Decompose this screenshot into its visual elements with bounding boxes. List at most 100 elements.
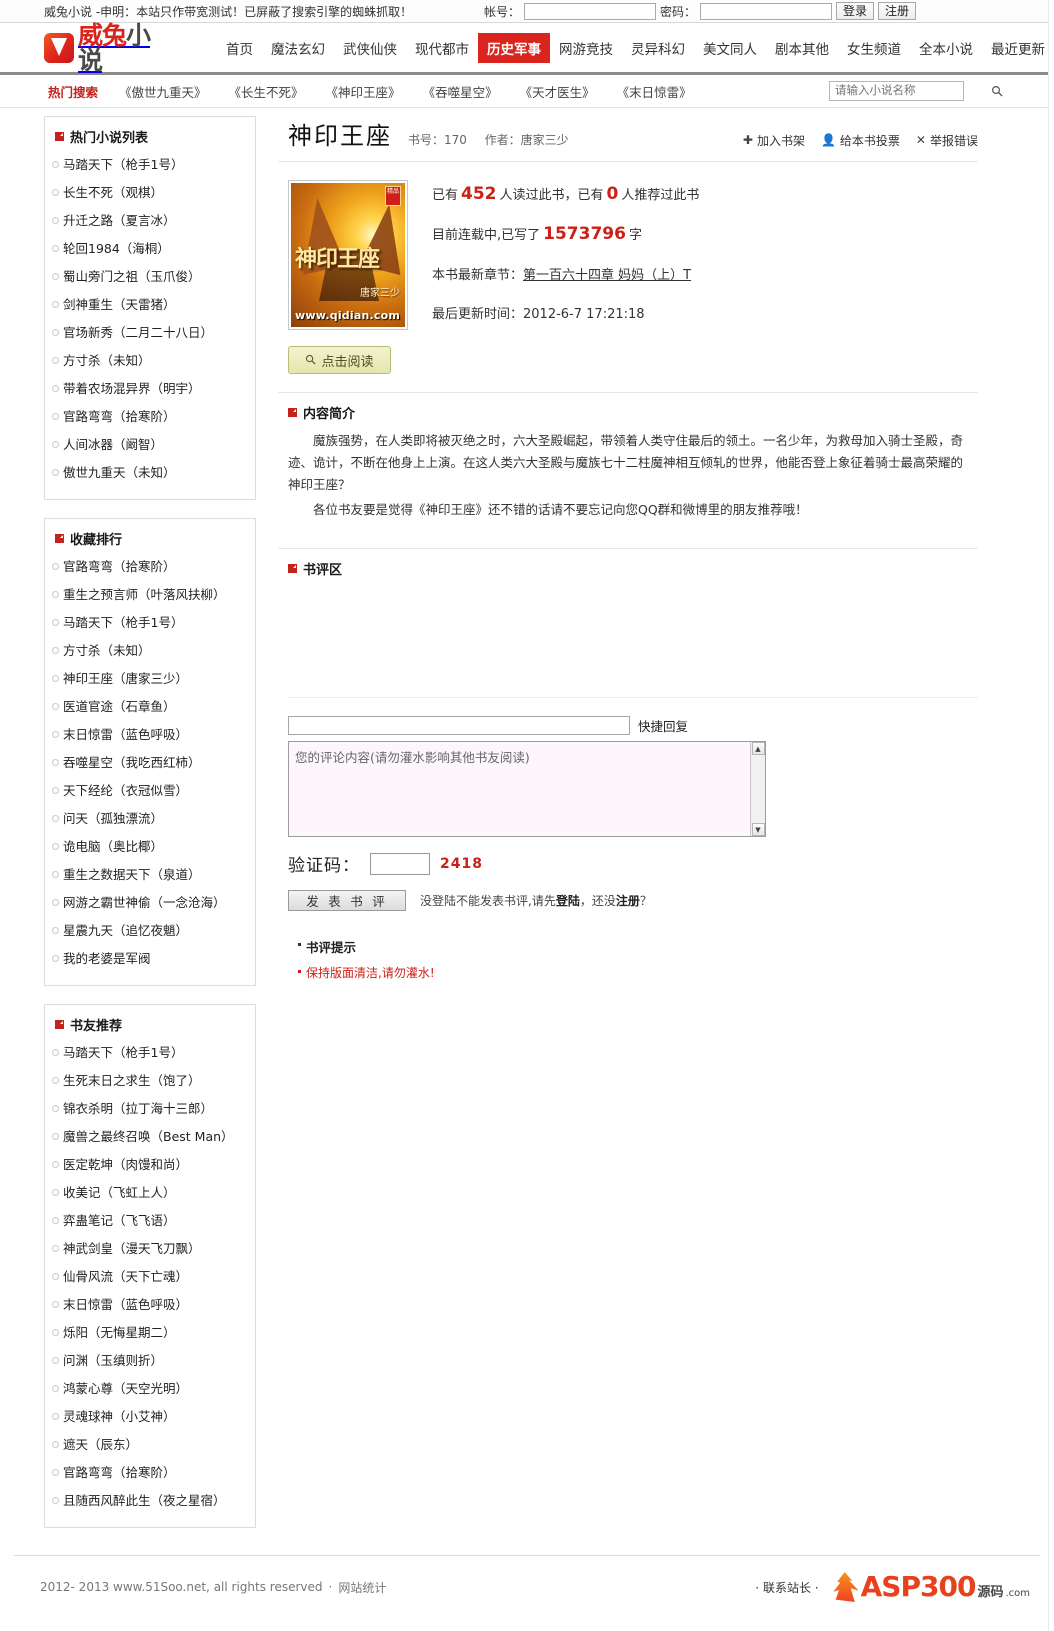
captcha-input[interactable] (370, 852, 430, 875)
rec-list-link-1[interactable]: 生死末日之求生（饱了） (63, 1073, 201, 1088)
quick-reply-input[interactable] (288, 716, 630, 735)
fav-list-link-11[interactable]: 重生之数据天下（泉道） (63, 867, 201, 882)
comment-textarea[interactable]: 您的评论内容(请勿灌水影响其他书友阅读) ▲ ▼ (288, 741, 766, 837)
hot-list-link-2[interactable]: 升迁之路（夏言冰） (63, 213, 176, 228)
list-item: 升迁之路（夏言冰） (45, 207, 255, 235)
nav-item-11[interactable]: 最近更新 (982, 33, 1054, 63)
fav-list-link-12[interactable]: 网游之霸世神偷（一念沧海） (63, 895, 226, 910)
list-item: 重生之数据天下（泉道） (45, 861, 255, 889)
login-button[interactable]: 登录 (836, 2, 874, 20)
hot-list-link-5[interactable]: 剑神重生（天雷猪） (63, 297, 176, 312)
book-cover[interactable]: 精品 神印王座 唐家三少 www.qidian.com (288, 180, 408, 330)
hot-list-link-10[interactable]: 人间冰器（阚智） (63, 437, 163, 452)
hot-list-link-1[interactable]: 长生不死（观棋） (63, 185, 163, 200)
fav-list-link-5[interactable]: 医道官途（石章鱼） (63, 699, 176, 714)
nav-item-7[interactable]: 美文同人 (694, 33, 766, 63)
read-now-button[interactable]: 点击阅读 (288, 346, 391, 374)
hot-search-link-3[interactable]: 《吞噬星空》 (423, 82, 498, 101)
hot-list-link-6[interactable]: 官场新秀（二月二十八日） (63, 325, 213, 340)
register-button[interactable]: 注册 (878, 2, 916, 20)
fav-list-link-2[interactable]: 马踏天下（枪手1号） (63, 615, 183, 630)
hot-list-link-7[interactable]: 方寸杀（未知） (63, 353, 151, 368)
nav-item-0[interactable]: 首页 (217, 33, 262, 63)
hot-list-link-4[interactable]: 蜀山旁门之祖（玉爪俊） (63, 269, 201, 284)
site-logo[interactable]: 威兔小说 (44, 23, 174, 73)
comment-scrollbar[interactable]: ▲ ▼ (750, 742, 765, 836)
nav-item-4-active[interactable]: 历史军事 (478, 32, 550, 63)
footer-stats-link[interactable]: 网站统计 (338, 1579, 386, 1596)
rec-list-link-2[interactable]: 锦衣杀明（拉丁海十三郎） (63, 1101, 213, 1116)
fav-list-link-14[interactable]: 我的老婆是军阀 (63, 951, 151, 966)
sidebar-panel-friend-recommend: 书友推荐 马踏天下（枪手1号） 生死末日之求生（饱了） 锦衣杀明（拉丁海十三郎）… (44, 1004, 256, 1528)
hot-search-link-2[interactable]: 《神印王座》 (326, 82, 401, 101)
fav-list-link-9[interactable]: 问天（孤独漂流） (63, 811, 163, 826)
bullet-circle-icon (52, 1469, 59, 1476)
nav-item-2[interactable]: 武侠仙侠 (334, 33, 406, 63)
hot-list-link-3[interactable]: 轮回1984（海桐） (63, 241, 170, 256)
submit-review-button[interactable]: 发 表 书 评 (288, 890, 406, 911)
fav-list-link-0[interactable]: 官路弯弯（拾寒阶） (63, 559, 176, 574)
nav-item-6[interactable]: 灵异科幻 (622, 33, 694, 63)
login-box: 帐号： 密码： 登录 注册 (484, 2, 1034, 20)
search-icon[interactable] (991, 82, 1003, 100)
rec-list-link-7[interactable]: 神武剑皇（漫天飞刀飘） (63, 1241, 201, 1256)
bullet-circle-icon (52, 759, 59, 766)
list-item: 烁阳（无悔星期二） (45, 1319, 255, 1347)
rec-list-link-11[interactable]: 问渊（玉缜则折） (63, 1353, 163, 1368)
scroll-down-arrow-icon[interactable]: ▼ (751, 823, 765, 836)
nav-item-3[interactable]: 现代都市 (406, 33, 478, 63)
register-link[interactable]: 注册 (616, 894, 640, 908)
nav-item-9[interactable]: 女生频道 (838, 33, 910, 63)
password-input[interactable] (700, 2, 832, 20)
list-item: 问天（孤独漂流） (45, 805, 255, 833)
rec-list-link-15[interactable]: 官路弯弯（拾寒阶） (63, 1465, 176, 1480)
fav-list-link-13[interactable]: 星震九天（追忆夜魈） (63, 923, 188, 938)
page-title: 神印王座 (288, 122, 392, 150)
hot-search-link-4[interactable]: 《天才医生》 (520, 82, 595, 101)
fav-list-link-4[interactable]: 神印王座（唐家三少） (63, 671, 188, 686)
report-error-button[interactable]: ✕ 举报错误 (916, 132, 978, 149)
fav-list-link-1[interactable]: 重生之预言师（叶落风扶柳） (63, 587, 226, 602)
fav-list-link-10[interactable]: 诡电脑（奥比椰） (63, 839, 163, 854)
hot-list-link-11[interactable]: 傲世九重天（未知） (63, 465, 176, 480)
nav-item-8[interactable]: 剧本其他 (766, 33, 838, 63)
rec-list-link-6[interactable]: 弈蛊笔记（飞飞语） (63, 1213, 176, 1228)
hot-list-link-0[interactable]: 马踏天下（枪手1号） (63, 157, 183, 172)
rec-list-link-9[interactable]: 末日惊雷（蓝色呼吸） (63, 1297, 188, 1312)
list-item: 锦衣杀明（拉丁海十三郎） (45, 1095, 255, 1123)
rec-list-link-5[interactable]: 收美记（飞虹上人） (63, 1185, 176, 1200)
rec-list-link-13[interactable]: 灵魂球神（小艾神） (63, 1409, 176, 1424)
fav-list-link-7[interactable]: 吞噬星空（我吃西红柿） (63, 755, 201, 770)
fav-list-link-6[interactable]: 末日惊雷（蓝色呼吸） (63, 727, 188, 742)
rec-list-link-16[interactable]: 且随西风醉此生（夜之星宿） (63, 1493, 226, 1508)
rec-list-link-3[interactable]: 魔兽之最终召唤（Best Man） (63, 1129, 234, 1144)
fav-list-link-8[interactable]: 天下经纶（衣冠似雪） (63, 783, 188, 798)
magnifier-icon (305, 353, 316, 368)
rec-list-link-4[interactable]: 医定乾坤（肉馒和尚） (63, 1157, 188, 1172)
fav-list-link-3[interactable]: 方寸杀（未知） (63, 643, 151, 658)
vote-button[interactable]: 👤 给本书投票 (821, 132, 900, 149)
footer-copyright: 2012- 2013 www.51Soo.net, all rights res… (40, 1580, 323, 1594)
asp300-logo[interactable]: ASP300 源码 .com (831, 1572, 1030, 1602)
account-input[interactable] (523, 2, 656, 20)
footer-contact-label[interactable]: · 联系站长 · (755, 1579, 818, 1596)
search-input[interactable] (830, 82, 991, 100)
add-to-shelf-button[interactable]: ✚ 加入书架 (743, 132, 805, 149)
rec-list-link-0[interactable]: 马踏天下（枪手1号） (63, 1045, 183, 1060)
login-link[interactable]: 登陆 (556, 894, 580, 908)
rec-list-link-12[interactable]: 鸿蒙心尊（天空光明） (63, 1381, 188, 1396)
hot-search-link-5[interactable]: 《末日惊雷》 (617, 82, 692, 101)
rec-list-link-8[interactable]: 仙骨风流（天下亡魂） (63, 1269, 188, 1284)
nav-item-5[interactable]: 网游竞技 (550, 33, 622, 63)
hot-search-link-1[interactable]: 《长生不死》 (229, 82, 304, 101)
scroll-up-arrow-icon[interactable]: ▲ (751, 742, 765, 755)
nav-item-10[interactable]: 全本小说 (910, 33, 982, 63)
logo-rabbit-icon (44, 32, 74, 63)
hot-list-link-9[interactable]: 官路弯弯（拾寒阶） (63, 409, 176, 424)
hot-list-link-8[interactable]: 带着农场混异界（明宇） (63, 381, 201, 396)
rec-list-link-10[interactable]: 烁阳（无悔星期二） (63, 1325, 176, 1340)
nav-item-1[interactable]: 魔法玄幻 (262, 33, 334, 63)
hot-search-link-0[interactable]: 《傲世九重天》 (119, 82, 207, 101)
latest-chapter-link[interactable]: 第一百六十四章 妈妈（上）T (523, 268, 691, 283)
rec-list-link-14[interactable]: 遮天（辰东） (63, 1437, 138, 1452)
